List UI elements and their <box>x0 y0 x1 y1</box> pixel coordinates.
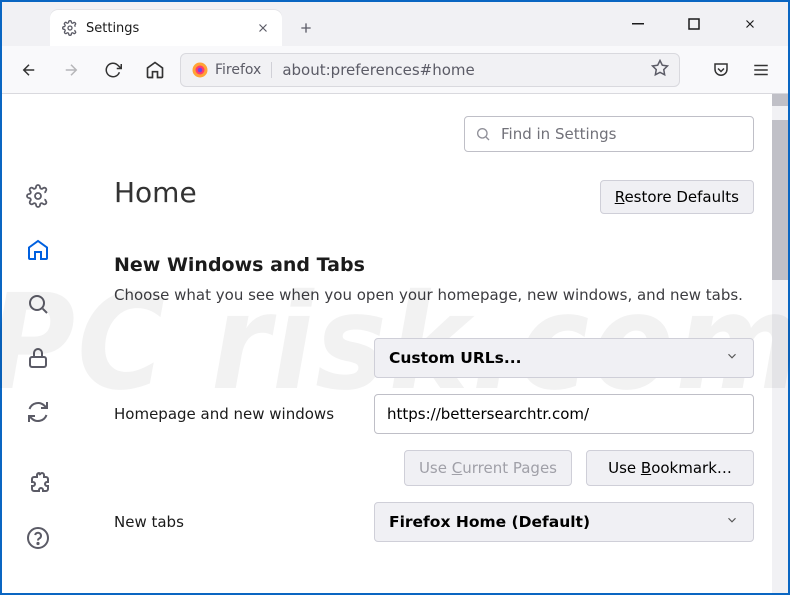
chevron-down-icon <box>725 513 739 531</box>
newtabs-mode-select[interactable]: Firefox Home (Default) <box>374 502 754 542</box>
arrow-left-icon <box>20 61 38 79</box>
browser-tab[interactable]: Settings <box>50 10 282 46</box>
sidebar-item-home[interactable] <box>26 238 50 266</box>
search-placeholder: Find in Settings <box>501 125 616 143</box>
newtabs-label: New tabs <box>114 513 364 531</box>
maximize-icon <box>688 18 700 30</box>
gear-icon <box>26 184 50 208</box>
settings-search-input[interactable]: Find in Settings <box>464 116 754 152</box>
search-icon <box>475 126 491 142</box>
sidebar-item-sync[interactable] <box>26 400 50 428</box>
sidebar-item-search[interactable] <box>26 292 50 320</box>
home-icon <box>145 60 165 80</box>
use-current-pages-button[interactable]: Use Current Pages <box>404 450 572 486</box>
reload-icon <box>104 61 122 79</box>
new-tab-button[interactable] <box>292 14 320 42</box>
section-description: Choose what you see when you open your h… <box>114 286 754 304</box>
url-text: about:preferences#home <box>282 61 474 79</box>
tab-title: Settings <box>86 21 248 36</box>
sidebar-item-help[interactable] <box>26 526 50 554</box>
section-heading: New Windows and Tabs <box>114 254 754 276</box>
help-icon <box>26 526 50 550</box>
lock-icon <box>26 346 50 370</box>
window-minimize-button[interactable] <box>620 10 656 38</box>
homepage-label: Homepage and new windows <box>114 405 364 423</box>
scroll-thumb[interactable] <box>772 94 788 106</box>
close-icon[interactable] <box>256 21 270 35</box>
scrollbar[interactable] <box>772 94 788 593</box>
home-icon <box>26 238 50 262</box>
hamburger-icon <box>752 61 770 79</box>
window-close-button[interactable] <box>732 10 768 38</box>
arrow-right-icon <box>62 61 80 79</box>
sync-icon <box>26 400 50 424</box>
star-icon <box>651 59 669 77</box>
forward-button[interactable] <box>54 53 88 87</box>
identity-label: Firefox <box>215 62 272 78</box>
sidebar-item-general[interactable] <box>26 184 50 212</box>
address-bar[interactable]: Firefox about:preferences#home <box>180 53 680 87</box>
bookmark-star-button[interactable] <box>651 59 669 81</box>
sidebar-item-privacy[interactable] <box>26 346 50 374</box>
pocket-icon <box>712 61 730 79</box>
back-button[interactable] <box>12 53 46 87</box>
homepage-url-input[interactable] <box>374 394 754 434</box>
save-to-pocket-button[interactable] <box>704 53 738 87</box>
reload-button[interactable] <box>96 53 130 87</box>
plus-icon <box>298 20 314 36</box>
chevron-down-icon <box>725 349 739 367</box>
window-maximize-button[interactable] <box>676 10 712 38</box>
app-menu-button[interactable] <box>744 53 778 87</box>
use-bookmark-button[interactable]: Use Bookmark… <box>586 450 754 486</box>
page-title: Home <box>114 176 197 209</box>
home-button[interactable] <box>138 53 172 87</box>
select-value: Custom URLs... <box>389 349 522 367</box>
puzzle-icon <box>26 472 50 496</box>
firefox-icon <box>191 61 209 79</box>
minimize-icon <box>632 18 644 30</box>
scroll-thumb[interactable] <box>772 120 788 280</box>
gear-icon <box>62 20 78 36</box>
restore-defaults-button[interactable]: Restore Defaults <box>600 180 754 214</box>
close-icon <box>743 17 757 31</box>
select-value: Firefox Home (Default) <box>389 513 590 531</box>
homepage-mode-select[interactable]: Custom URLs... <box>374 338 754 378</box>
search-icon <box>26 292 50 316</box>
sidebar-item-extensions[interactable] <box>26 472 50 500</box>
